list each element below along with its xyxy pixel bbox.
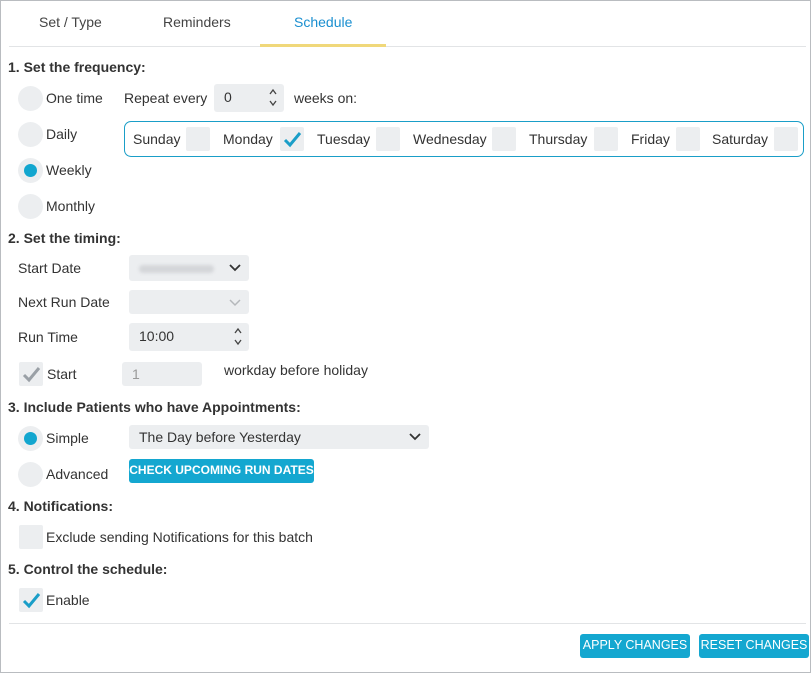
timing-heading: 2. Set the timing: <box>8 230 121 246</box>
simple-label: Simple <box>46 430 89 446</box>
chevron-down-icon <box>409 433 421 441</box>
checkmark-icon <box>22 593 41 609</box>
daily-label: Daily <box>46 126 78 142</box>
tab-reminders[interactable]: Reminders <box>163 14 231 30</box>
tab-schedule[interactable]: Schedule <box>294 14 352 30</box>
enable-label: Enable <box>46 592 90 608</box>
monday-checkbox[interactable] <box>280 127 304 151</box>
check-upcoming-run-dates-button[interactable]: CHECK UPCOMING RUN DATES <box>129 459 314 483</box>
one-time-label: One time <box>46 90 103 106</box>
repeat-weeks-stepper[interactable]: 0 <box>214 84 284 112</box>
active-tab-indicator <box>260 44 386 47</box>
saturday-checkbox[interactable] <box>774 127 798 151</box>
run-time-value: 10:00 <box>139 328 175 344</box>
next-run-date-select[interactable] <box>129 290 249 314</box>
start-date-value-redacted <box>139 265 214 273</box>
radio-selected-dot <box>24 164 37 177</box>
advanced-radio[interactable] <box>18 462 43 487</box>
simple-radio[interactable] <box>18 426 43 451</box>
wednesday-checkbox[interactable] <box>492 127 516 151</box>
appointment-day-select[interactable]: The Day before Yesterday <box>129 425 429 449</box>
wednesday-label: Wednesday <box>413 131 487 147</box>
schedule-panel: Set / Type Reminders Schedule 1. Set the… <box>0 0 811 673</box>
one-time-radio[interactable] <box>18 86 43 111</box>
tabs-divider <box>9 46 806 47</box>
exclude-notifications-checkbox[interactable] <box>19 525 43 549</box>
start-date-label: Start Date <box>18 260 82 276</box>
next-run-date-label: Next Run Date <box>18 294 110 310</box>
stepper-arrows[interactable] <box>268 86 278 110</box>
thursday-label: Thursday <box>529 131 588 147</box>
workday-offset-value: 1 <box>132 366 140 382</box>
friday-label: Friday <box>631 131 670 147</box>
exclude-notifications-label: Exclude sending Notifications for this b… <box>46 529 313 545</box>
sunday-label: Sunday <box>133 131 181 147</box>
monthly-label: Monthly <box>46 198 96 214</box>
saturday-label: Saturday <box>712 131 769 147</box>
reset-changes-button[interactable]: RESET CHANGES <box>699 634 809 658</box>
weeks-on-label: weeks on: <box>294 90 358 106</box>
tuesday-label: Tuesday <box>317 131 371 147</box>
start-label: Start <box>47 366 77 382</box>
weekly-radio[interactable] <box>18 158 43 183</box>
workday-offset-input[interactable]: 1 <box>122 362 202 386</box>
checkmark-icon <box>22 367 41 383</box>
daily-radio[interactable] <box>18 122 43 147</box>
weekly-label: Weekly <box>46 162 92 178</box>
run-time-stepper[interactable]: 10:00 <box>129 323 249 351</box>
enable-checkbox[interactable] <box>19 588 43 612</box>
run-time-label: Run Time <box>18 329 78 345</box>
chevron-down-icon <box>229 299 241 307</box>
run-time-stepper-arrows[interactable] <box>233 325 243 349</box>
start-date-select[interactable] <box>129 255 249 281</box>
tuesday-checkbox[interactable] <box>376 127 400 151</box>
start-checkbox[interactable] <box>19 362 43 386</box>
appointment-day-value: The Day before Yesterday <box>139 429 301 445</box>
monthly-radio[interactable] <box>18 194 43 219</box>
stepper-arrows-icon <box>269 88 277 107</box>
friday-checkbox[interactable] <box>676 127 700 151</box>
radio-selected-dot <box>24 432 37 445</box>
control-heading: 5. Control the schedule: <box>8 561 168 577</box>
patients-heading: 3. Include Patients who have Appointment… <box>8 399 301 415</box>
checkmark-icon <box>283 132 302 148</box>
repeat-weeks-value: 0 <box>224 89 232 105</box>
sunday-checkbox[interactable] <box>186 127 210 151</box>
advanced-label: Advanced <box>46 466 109 482</box>
apply-changes-button[interactable]: APPLY CHANGES <box>580 634 690 658</box>
stepper-arrows-icon <box>234 327 242 346</box>
frequency-heading: 1. Set the frequency: <box>8 59 146 75</box>
repeat-every-label: Repeat every <box>124 90 208 106</box>
workday-before-holiday-label: workday before holiday <box>224 362 368 378</box>
monday-label: Monday <box>223 131 273 147</box>
footer-divider <box>9 623 806 624</box>
tab-set-type[interactable]: Set / Type <box>39 14 102 30</box>
thursday-checkbox[interactable] <box>594 127 618 151</box>
chevron-down-icon <box>229 264 241 272</box>
notifications-heading: 4. Notifications: <box>8 498 114 514</box>
